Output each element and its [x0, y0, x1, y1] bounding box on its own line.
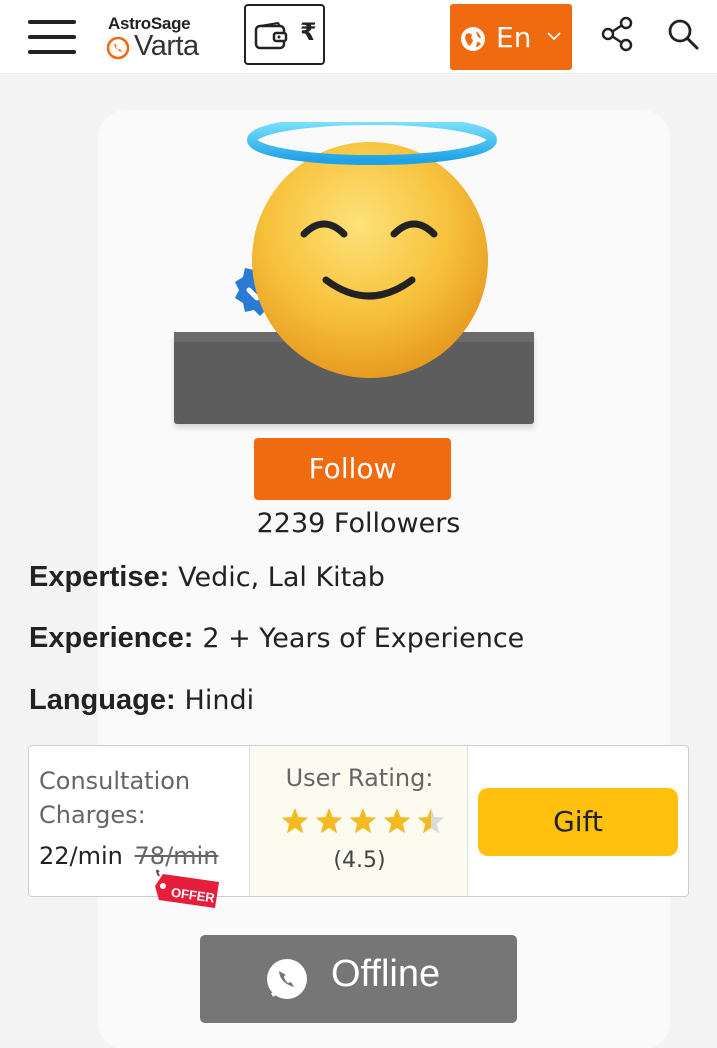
- search-icon[interactable]: [666, 16, 700, 52]
- chevron-down-icon: [547, 32, 561, 41]
- smiling-halo-emoji: [247, 122, 497, 378]
- rating-label: User Rating:: [285, 764, 434, 792]
- profile-picture: [174, 112, 536, 428]
- rating-stars: [281, 808, 445, 834]
- expertise-label: Expertise:: [29, 561, 170, 593]
- price-current: 22/min: [39, 842, 123, 870]
- language-row: Language: Hindi: [29, 683, 254, 717]
- wallet-button[interactable]: ₹: [244, 4, 325, 65]
- rating-star-2: [315, 808, 343, 834]
- hamburger-menu-icon[interactable]: [28, 18, 78, 56]
- language-value: Hindi: [184, 685, 255, 716]
- rating-star-1: [281, 808, 309, 834]
- share-icon[interactable]: [600, 16, 634, 52]
- offline-status-button[interactable]: Offline: [200, 935, 517, 1023]
- followers-count: 2239 Followers: [256, 508, 461, 539]
- charges-column: Consultation Charges: 22/min 78/min OFFE…: [29, 746, 249, 908]
- top-header: AstroSage Varta ₹ En: [0, 0, 717, 74]
- rating-star-5: [417, 808, 445, 834]
- astrosage-varta-logo[interactable]: AstroSage Varta: [106, 14, 226, 62]
- language-label: Language:: [29, 684, 176, 716]
- offer-tag-icon: OFFER: [155, 869, 219, 908]
- stats-panel: Consultation Charges: 22/min 78/min OFFE…: [28, 745, 689, 908]
- experience-label: Experience:: [29, 622, 194, 654]
- gift-column: Gift: [468, 746, 689, 896]
- gift-button[interactable]: Gift: [478, 788, 678, 856]
- experience-row: Experience: 2 + Years of Experience: [29, 621, 524, 655]
- offline-label: Offline: [331, 953, 441, 995]
- rating-star-4: [383, 808, 411, 834]
- rating-column: User Rating: (4.5): [249, 746, 468, 896]
- wallet-icon: [254, 22, 288, 50]
- expertise-value: Vedic, Lal Kitab: [178, 562, 385, 593]
- logo-phone-icon: [106, 36, 130, 60]
- follow-button[interactable]: Follow: [254, 438, 451, 500]
- rating-star-3: [349, 808, 377, 834]
- currency-symbol: ₹: [300, 18, 317, 46]
- language-select[interactable]: En: [450, 4, 572, 70]
- language-label: En: [496, 21, 532, 54]
- globe-icon: [461, 27, 485, 51]
- logo-text-bottom: Varta: [134, 30, 199, 62]
- expertise-row: Expertise: Vedic, Lal Kitab: [29, 560, 385, 594]
- charges-label: Consultation Charges:: [39, 767, 191, 829]
- experience-value: 2 + Years of Experience: [202, 623, 525, 654]
- chat-bubble-icon: [267, 959, 307, 999]
- rating-value: (4.5): [333, 848, 386, 873]
